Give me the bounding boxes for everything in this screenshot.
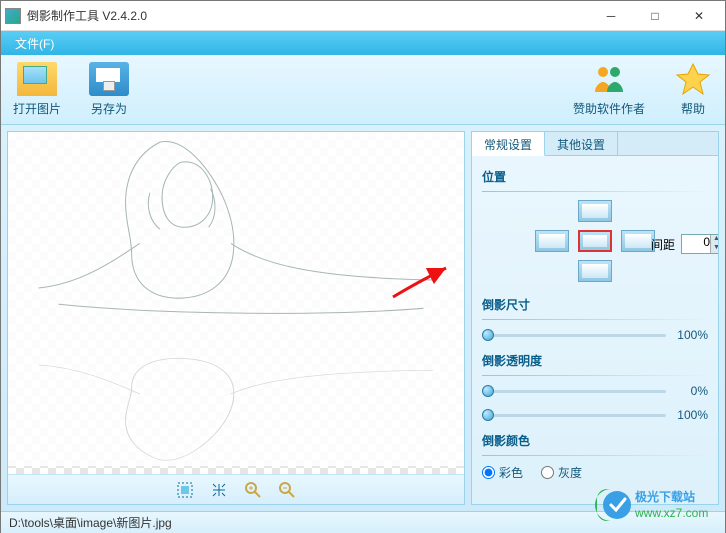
- position-right[interactable]: [621, 230, 655, 252]
- minimize-button[interactable]: ─: [589, 2, 633, 30]
- maximize-button[interactable]: □: [633, 2, 677, 30]
- fit-screen-button[interactable]: [175, 480, 195, 500]
- opacity-top-slider[interactable]: [482, 385, 666, 397]
- statusbar: D:\tools\桌面\image\新图片.jpg: [1, 511, 725, 533]
- panel-body: 位置 间距 0 ▲▼: [472, 156, 718, 504]
- position-grid: 间距 0 ▲▼: [525, 200, 665, 290]
- menu-file[interactable]: 文件(F): [7, 33, 62, 54]
- preview-pane: [7, 131, 465, 505]
- settings-tabs: 常规设置 其他设置: [472, 132, 718, 156]
- save-as-button[interactable]: 另存为: [89, 62, 129, 117]
- main-area: 常规设置 其他设置 位置 间距 0 ▲▼: [1, 125, 725, 511]
- spacing-spinner[interactable]: ▲▼: [710, 235, 718, 253]
- spacing-input[interactable]: 0 ▲▼: [681, 234, 718, 254]
- menubar: 文件(F): [1, 31, 725, 55]
- actual-size-button[interactable]: [209, 480, 229, 500]
- position-top[interactable]: [578, 200, 612, 222]
- help-star-icon: [673, 62, 713, 96]
- position-center[interactable]: [578, 230, 612, 252]
- status-path: D:\tools\桌面\image\新图片.jpg: [9, 514, 172, 531]
- color-radio-group: 彩色 灰度: [482, 464, 708, 481]
- group-opacity-title: 倒影透明度: [482, 352, 708, 369]
- app-icon: [5, 8, 21, 24]
- position-bottom[interactable]: [578, 260, 612, 282]
- help-button[interactable]: 帮助: [673, 62, 713, 117]
- opacity-bottom-slider[interactable]: [482, 409, 666, 421]
- opacity-top-value: 0%: [674, 384, 708, 398]
- opacity-bottom-value: 100%: [674, 408, 708, 422]
- sponsor-button[interactable]: 赞助软件作者: [573, 62, 645, 117]
- settings-panel: 常规设置 其他设置 位置 间距 0 ▲▼: [471, 131, 719, 505]
- color-radio-gray[interactable]: 灰度: [541, 464, 582, 481]
- canvas-toolbar: [8, 474, 464, 504]
- color-radio-color[interactable]: 彩色: [482, 464, 523, 481]
- size-value: 100%: [674, 328, 708, 342]
- floppy-icon: [89, 62, 129, 96]
- tab-other[interactable]: 其他设置: [545, 132, 618, 155]
- people-icon: [589, 62, 629, 96]
- titlebar: 倒影制作工具 V2.4.2.0 ─ □ ✕: [1, 1, 725, 31]
- window-title: 倒影制作工具 V2.4.2.0: [27, 7, 589, 24]
- sketch-image: [8, 132, 464, 466]
- open-image-button[interactable]: 打开图片: [13, 62, 61, 117]
- zoom-in-button[interactable]: [243, 480, 263, 500]
- position-left[interactable]: [535, 230, 569, 252]
- zoom-out-button[interactable]: [277, 480, 297, 500]
- close-button[interactable]: ✕: [677, 2, 721, 30]
- spacing-label: 间距: [651, 236, 675, 253]
- image-canvas[interactable]: [8, 132, 464, 474]
- group-color-title: 倒影颜色: [482, 432, 708, 449]
- spacing-control: 间距 0 ▲▼: [651, 234, 718, 254]
- toolbar: 打开图片 另存为 赞助软件作者 帮助: [1, 55, 725, 125]
- group-size-title: 倒影尺寸: [482, 296, 708, 313]
- group-position-title: 位置: [482, 168, 708, 185]
- folder-image-icon: [17, 62, 57, 96]
- size-slider[interactable]: [482, 329, 666, 341]
- tab-general[interactable]: 常规设置: [472, 132, 545, 156]
